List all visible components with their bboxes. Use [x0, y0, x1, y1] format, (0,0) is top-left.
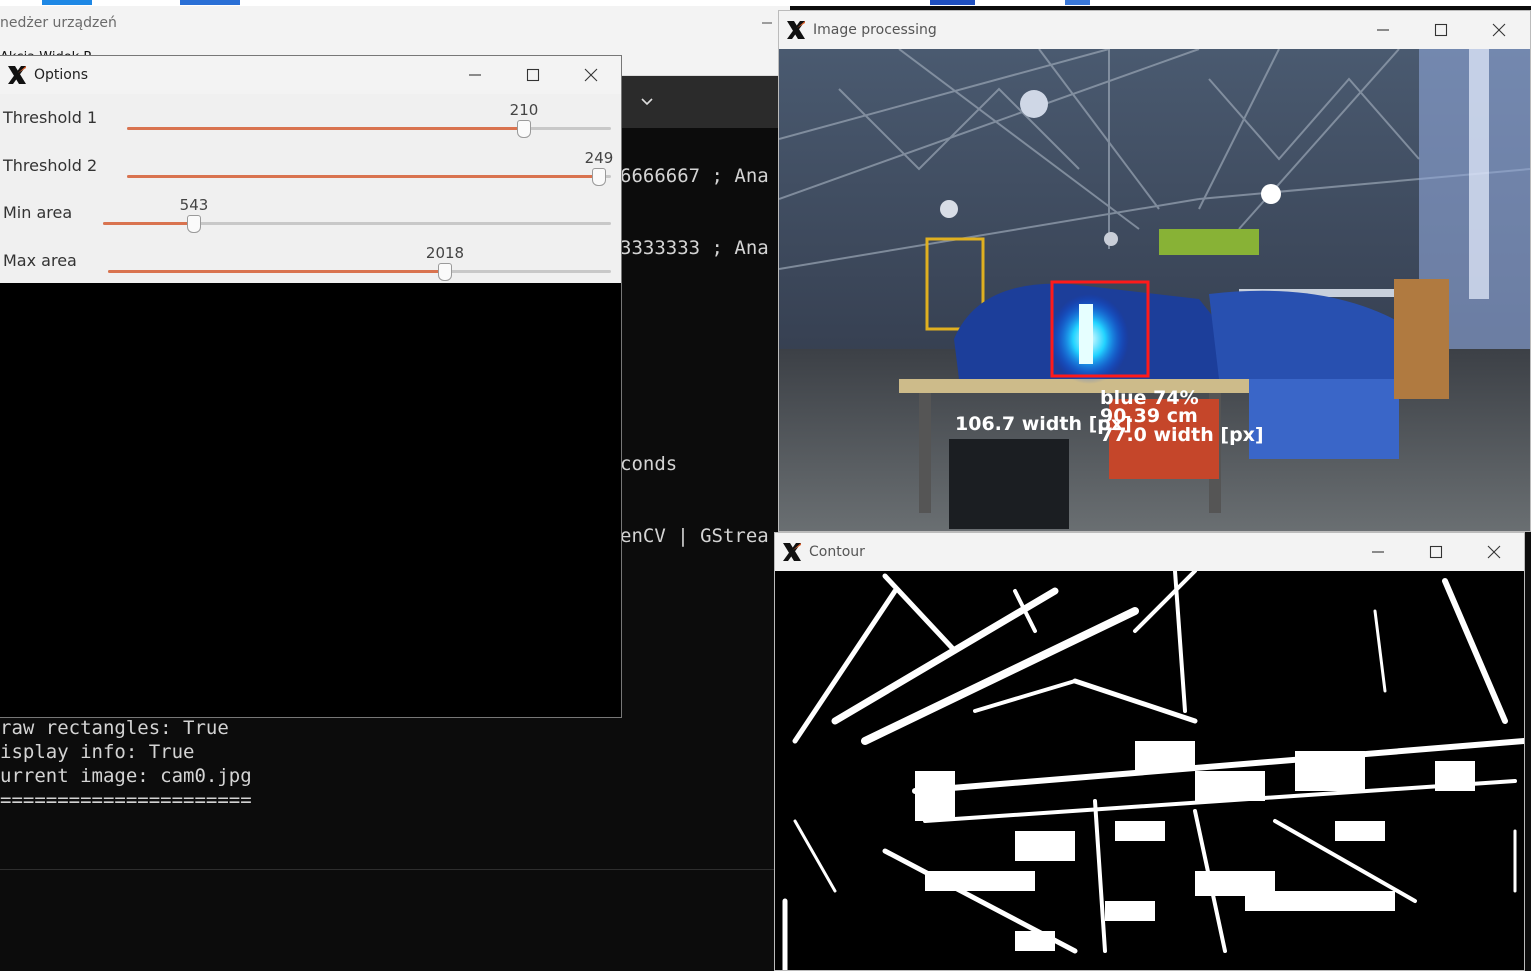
terminal-line: urrent image: cam0.jpg	[0, 765, 252, 787]
terminal-line: isplay info: True	[0, 741, 195, 763]
workshop-scene	[779, 48, 1530, 531]
edge-map	[782, 569, 1524, 970]
terminal-line: 3333333 ; Ana	[620, 237, 769, 259]
trackbar-fill	[127, 127, 524, 130]
maximize-icon	[1434, 23, 1448, 37]
taskbar-icon[interactable]	[1065, 0, 1090, 5]
trackbar-slider[interactable]: 543	[103, 196, 611, 233]
taskbar-icon[interactable]	[180, 0, 240, 5]
trackbar-fill	[103, 222, 194, 225]
trackbar-slider[interactable]: 2018	[108, 244, 611, 281]
trackbar-slider[interactable]: 210	[127, 101, 611, 138]
trackbar-label: Max area	[3, 251, 77, 270]
close-button[interactable]	[1465, 533, 1523, 571]
camera-image: blue 74% 90.39 cm 106.7 width [px] 77.0 …	[779, 48, 1530, 531]
maximize-icon	[1429, 545, 1443, 559]
terminal-line: conds	[620, 453, 678, 475]
minimize-icon	[1372, 551, 1384, 553]
minimize-button[interactable]	[1354, 11, 1412, 49]
terminal-line: 6666667 ; Ana	[620, 165, 769, 187]
contour-window: Contour	[774, 532, 1525, 971]
trackbar-threshold-1: Threshold 1 210	[0, 94, 621, 140]
trackbar-value: 543	[179, 196, 209, 214]
trackbar-label: Threshold 1	[3, 108, 98, 127]
trackbar-slider[interactable]: 249	[127, 149, 613, 186]
close-icon	[1487, 545, 1501, 559]
trackbar-handle[interactable]	[187, 215, 201, 233]
trackbar-handle[interactable]	[438, 263, 452, 281]
terminal-line: raw rectangles: True	[0, 717, 229, 739]
divider	[0, 869, 790, 870]
trackbar-handle[interactable]	[517, 120, 531, 138]
window-title: nedżer urządzeń	[0, 15, 117, 31]
trackbar-min-area: Min area 543	[0, 189, 621, 235]
chevron-down-icon[interactable]	[640, 95, 654, 109]
close-button[interactable]	[562, 56, 620, 94]
image-processing-window: Image processing blue 74% 90.39 cm 106.7…	[778, 10, 1531, 532]
close-icon	[584, 68, 598, 82]
close-icon	[1492, 23, 1506, 37]
maximize-button[interactable]	[1407, 533, 1465, 571]
trackbar-panel: Threshold 1 210 Threshold 2 249 Min area…	[0, 94, 621, 283]
maximize-icon	[526, 68, 540, 82]
minimize-icon[interactable]	[760, 16, 774, 30]
maximize-button[interactable]	[1412, 11, 1470, 49]
terminal-tab-bar	[620, 76, 790, 128]
trackbar-label: Threshold 2	[3, 156, 98, 175]
x-app-icon	[8, 66, 26, 84]
minimize-button[interactable]	[446, 56, 504, 94]
window-title: Image processing	[813, 22, 937, 38]
window-title: Options	[34, 67, 89, 83]
minimize-icon	[1377, 29, 1389, 31]
detection-width-label: 77.0 width [px]	[1100, 424, 1264, 446]
contour-image	[775, 569, 1524, 970]
minimize-icon	[469, 74, 481, 76]
trackbar-handle[interactable]	[592, 168, 606, 186]
taskbar-icon[interactable]	[42, 0, 92, 5]
terminal-line: ======================	[0, 789, 252, 811]
trackbar-label: Min area	[3, 203, 73, 222]
trackbar-value: 210	[509, 101, 539, 119]
minimize-button[interactable]	[1349, 533, 1407, 571]
trackbar-value: 249	[584, 149, 614, 167]
terminal-line: enCV | GStrea	[620, 525, 769, 547]
trackbar-fill	[127, 175, 599, 178]
trackbar-max-area: Max area 2018	[0, 237, 621, 283]
taskbar-icon[interactable]	[930, 0, 975, 5]
window-title: Contour	[809, 544, 865, 560]
close-button[interactable]	[1470, 11, 1528, 49]
options-window: Options Threshold 1 210 Threshold 2 249	[0, 55, 622, 718]
trackbar-fill	[108, 270, 445, 273]
trackbar-value: 2018	[425, 244, 465, 262]
trackbar-threshold-2: Threshold 2 249	[0, 142, 621, 188]
x-app-icon	[787, 21, 805, 39]
x-app-icon	[783, 543, 801, 561]
maximize-button[interactable]	[504, 56, 562, 94]
